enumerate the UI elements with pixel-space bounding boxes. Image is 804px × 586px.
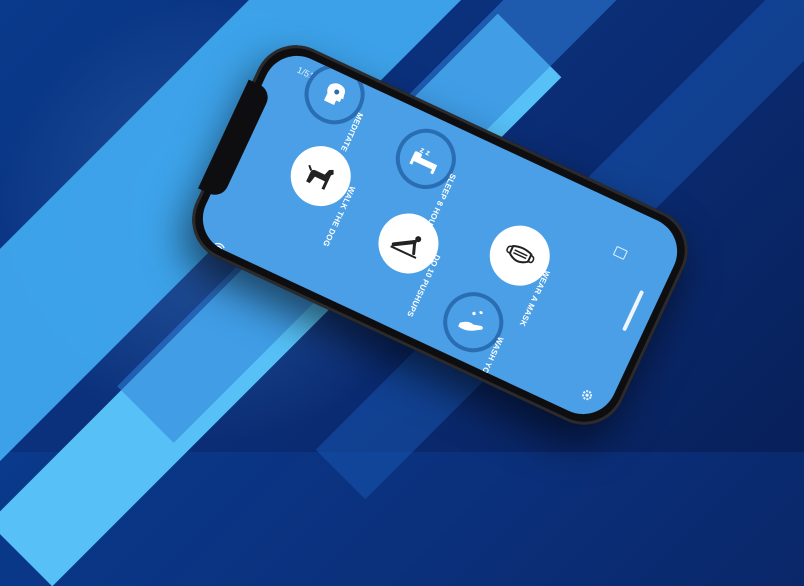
habit-sleep-button[interactable]: z z bbox=[385, 119, 466, 199]
gear-icon[interactable] bbox=[579, 387, 595, 403]
habit-wear-a-mask-button[interactable] bbox=[479, 215, 560, 296]
wifi-icon bbox=[215, 242, 225, 251]
home-indicator bbox=[621, 289, 645, 332]
bed-zzz-icon: z z bbox=[409, 145, 438, 175]
dog-icon bbox=[306, 164, 334, 190]
pushup-icon bbox=[390, 236, 422, 259]
hand-drops-icon bbox=[458, 311, 483, 331]
mask-icon bbox=[506, 244, 535, 264]
meditate-head-icon bbox=[324, 83, 345, 106]
habit-wash-hands-button[interactable] bbox=[433, 282, 514, 363]
book-icon[interactable] bbox=[612, 245, 628, 260]
